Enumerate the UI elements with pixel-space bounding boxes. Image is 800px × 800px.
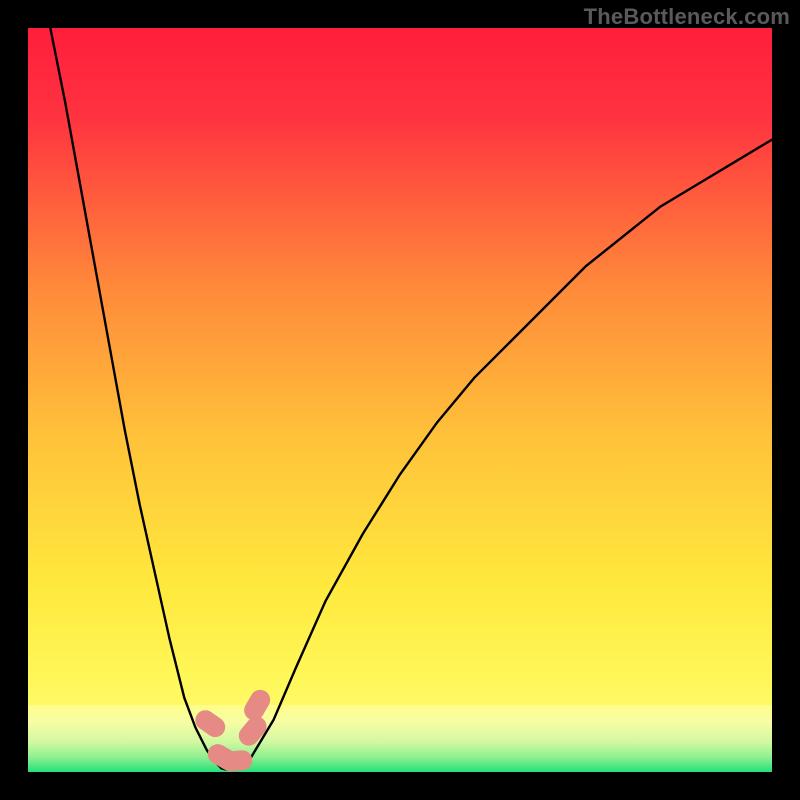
chart-frame: TheBottleneck.com [0, 0, 800, 800]
watermark-text: TheBottleneck.com [584, 4, 790, 30]
bottom-green-band [28, 705, 772, 772]
plot-area [28, 28, 772, 772]
chart-svg [28, 28, 772, 772]
gradient-background [28, 28, 772, 772]
